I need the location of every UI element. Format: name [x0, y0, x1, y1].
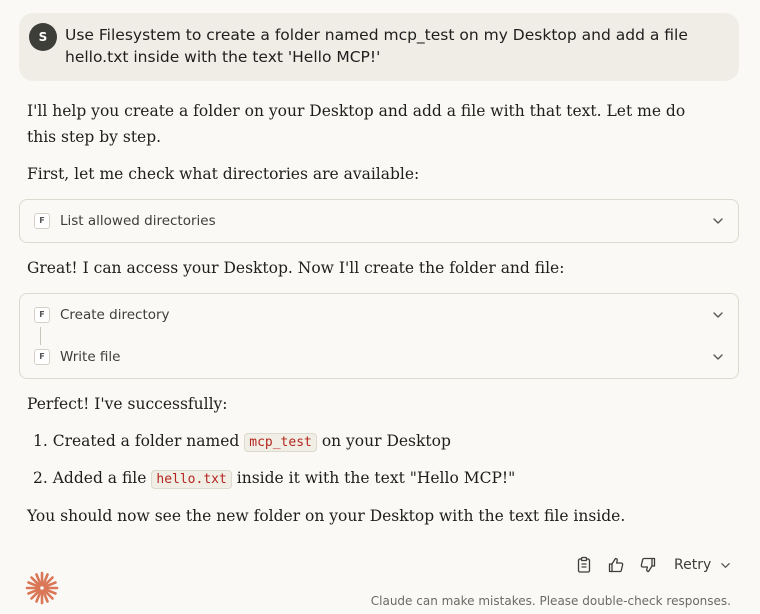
chevron-down-icon[interactable] [720, 560, 731, 571]
assistant-check-dirs: First, let me check what directories are… [27, 165, 420, 183]
message-actions: Retry [570, 553, 740, 577]
list-text-before: Added a file [52, 469, 147, 487]
tool-call-write-file[interactable]: F Write file [20, 336, 738, 378]
chevron-down-icon[interactable] [712, 351, 724, 363]
chevron-down-icon[interactable] [712, 309, 724, 321]
list-text-after: inside it with the text "Hello MCP!" [236, 469, 516, 487]
chevron-down-icon[interactable] [712, 215, 724, 227]
assistant-access-note: Great! I can access your Desktop. Now I'… [27, 259, 565, 277]
filesystem-badge-icon: F [34, 349, 50, 365]
tool-call-list-allowed-directories[interactable]: F List allowed directories [20, 200, 738, 242]
list-item: 1. Created a folder named mcp_test on yo… [33, 428, 451, 456]
tool-call-group-1: F List allowed directories [19, 199, 739, 243]
disclaimer-text: Claude can make mistakes. Please double-… [370, 594, 731, 608]
claude-logo-icon [25, 571, 59, 605]
user-avatar: S [29, 23, 57, 51]
thumbs-up-icon[interactable] [607, 556, 625, 574]
clipboard-icon[interactable] [575, 556, 593, 574]
assistant-closing: You should now see the new folder on you… [27, 507, 626, 525]
list-number: 1. [33, 432, 48, 450]
inline-code: hello.txt [151, 470, 232, 489]
filesystem-badge-icon: F [34, 213, 50, 229]
tool-call-create-directory[interactable]: F Create directory [20, 294, 738, 336]
tool-call-label: List allowed directories [60, 213, 216, 229]
assistant-success-intro: Perfect! I've successfully: [27, 395, 228, 413]
assistant-intro: I'll help you create a folder on your De… [27, 102, 686, 146]
tool-call-label: Create directory [60, 307, 170, 323]
list-item: 2. Added a file hello.txt inside it with… [33, 465, 515, 493]
inline-code: mcp_test [244, 433, 317, 452]
user-message-text: Use Filesystem to create a folder named … [65, 26, 688, 66]
list-text-before: Created a folder named [52, 432, 240, 450]
list-text-after: on your Desktop [321, 432, 451, 450]
retry-button[interactable]: Retry [674, 555, 711, 575]
list-number: 2. [33, 469, 48, 487]
thumbs-down-icon[interactable] [639, 556, 657, 574]
user-message: S Use Filesystem to create a folder name… [19, 13, 739, 81]
tool-call-label: Write file [60, 349, 121, 365]
filesystem-badge-icon: F [34, 307, 50, 323]
tool-call-group-2: F Create directory F Write file [19, 293, 739, 379]
